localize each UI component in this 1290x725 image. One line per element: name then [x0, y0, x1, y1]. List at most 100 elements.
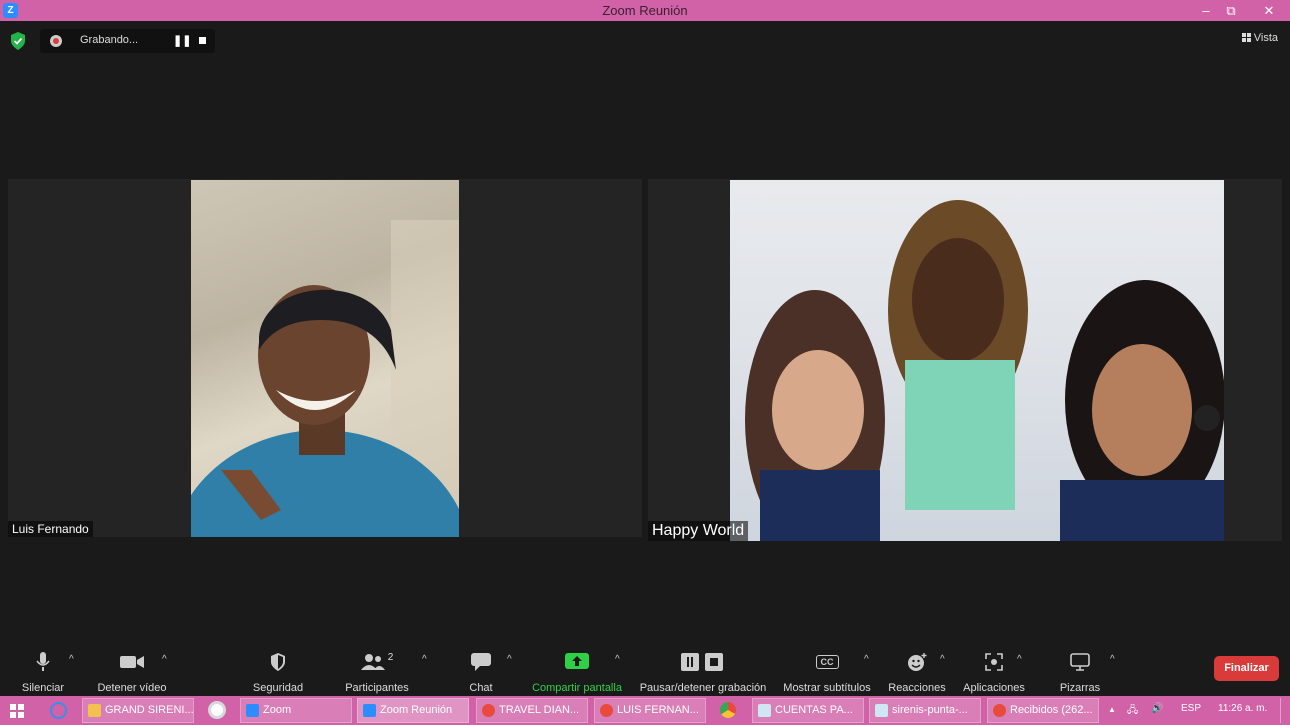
whiteboard-icon	[1070, 653, 1090, 671]
stop-video-label: Detener vídeo	[97, 682, 167, 694]
stop-recording-button[interactable]	[199, 37, 206, 44]
taskbar-label: sirenis-punta-...	[892, 704, 968, 716]
show-captions-label: Mostrar subtítulos	[783, 682, 871, 694]
taskbar-label: Zoom	[263, 704, 292, 716]
apps-icon	[985, 653, 1003, 671]
apps-label: Aplicaciones	[963, 682, 1025, 694]
participants-count: 2	[387, 651, 394, 663]
zoom-icon	[363, 704, 376, 717]
app-circle-icon[interactable]	[208, 701, 226, 719]
pause-stop-icon	[681, 653, 723, 671]
shield-icon	[271, 653, 285, 671]
close-button[interactable]: ✕	[1252, 1, 1286, 20]
audio-options-caret[interactable]: ^	[69, 654, 74, 665]
tray-expand-caret[interactable]: ▲	[1108, 705, 1116, 714]
reactions-button[interactable]: Reacciones	[886, 651, 948, 694]
reactions-options-caret[interactable]: ^	[940, 654, 945, 665]
grid-icon	[1241, 33, 1251, 42]
folder-icon	[88, 704, 101, 717]
volume-icon[interactable]: 🔊	[1151, 703, 1163, 714]
security-label: Seguridad	[252, 682, 304, 694]
recording-status: Grabando...	[80, 34, 139, 46]
title-bar: Z Zoom Reunión – ⧉ ✕	[0, 0, 1290, 21]
whiteboards-options-caret[interactable]: ^	[1110, 654, 1115, 665]
network-icon[interactable]: 🖧	[1127, 703, 1138, 720]
pause-stop-recording-label: Pausar/detener grabación	[639, 682, 767, 694]
apps-options-caret[interactable]: ^	[1017, 654, 1022, 665]
captions-icon: CC	[815, 655, 839, 669]
chat-options-caret[interactable]: ^	[507, 654, 512, 665]
participants-button[interactable]: 2 Participantes	[340, 651, 414, 695]
captions-options-caret[interactable]: ^	[864, 654, 869, 665]
pause-recording-button[interactable]: ❚❚	[173, 34, 191, 47]
mute-label: Silenciar	[21, 682, 65, 694]
chrome-icon	[993, 704, 1006, 717]
participant-video	[730, 180, 1224, 541]
group-silhouette	[745, 200, 1224, 541]
security-shield-icon[interactable]	[10, 32, 26, 50]
taskbar-label: TRAVEL DIAN...	[499, 704, 580, 716]
participants-options-caret[interactable]: ^	[422, 654, 427, 665]
windows-start-icon[interactable]	[10, 704, 24, 718]
internet-explorer-icon[interactable]	[50, 702, 67, 719]
video-options-caret[interactable]: ^	[162, 654, 167, 665]
participants-label: Participantes	[345, 682, 409, 694]
chat-label: Chat	[469, 682, 493, 694]
taskbar-item-cuentas[interactable]: CUENTAS PA...	[752, 698, 864, 723]
reactions-label: Reacciones	[888, 682, 946, 694]
chrome-icon	[482, 704, 495, 717]
share-options-caret[interactable]: ^	[615, 654, 620, 665]
participant-name: Happy World	[648, 521, 749, 541]
share-screen-icon	[565, 653, 589, 669]
taskbar-item-chrome-travel[interactable]: TRAVEL DIAN...	[476, 698, 588, 723]
video-camera-icon	[120, 656, 144, 668]
participant-video	[191, 180, 459, 537]
taskbar-item-chrome-luis[interactable]: LUIS FERNAN...	[594, 698, 706, 723]
pause-stop-recording-button[interactable]: Pausar/detener grabación	[636, 651, 770, 694]
minimize-button[interactable]: –	[1193, 1, 1219, 20]
record-icon	[50, 35, 62, 47]
sheet-icon	[875, 704, 888, 717]
taskbar-label: CUENTAS PA...	[775, 704, 853, 716]
security-button[interactable]: Seguridad	[248, 651, 308, 694]
taskbar-item-zoom-meeting[interactable]: Zoom Reunión	[357, 698, 469, 723]
taskbar-label: Recibidos (262...	[1010, 704, 1093, 716]
taskbar-item-recibidos[interactable]: Recibidos (262...	[987, 698, 1099, 723]
language-indicator[interactable]: ESP	[1181, 703, 1201, 714]
show-captions-button[interactable]: CC Mostrar subtítulos	[780, 651, 874, 694]
clock[interactable]: 11:26 a. m.	[1218, 703, 1267, 714]
share-screen-button[interactable]: Compartir pantalla	[527, 651, 627, 694]
taskbar-item-zoom[interactable]: Zoom	[240, 698, 352, 723]
chat-button[interactable]: Chat	[462, 651, 500, 694]
windows-taskbar: GRAND SIRENI... Zoom Zoom Reunión TRAVEL…	[0, 696, 1290, 725]
whiteboards-label: Pizarras	[1059, 682, 1101, 694]
view-button[interactable]: Vista	[1241, 32, 1278, 44]
taskbar-item-explorer[interactable]: GRAND SIRENI...	[82, 698, 194, 723]
taskbar-label: GRAND SIRENI...	[105, 704, 194, 716]
chrome-icon	[600, 704, 613, 717]
whiteboards-button[interactable]: Pizarras	[1055, 651, 1105, 694]
participants-icon	[360, 654, 385, 670]
sheet-icon	[758, 704, 771, 717]
end-meeting-button[interactable]: Finalizar	[1214, 656, 1279, 681]
chat-icon	[471, 653, 491, 671]
meeting-area: Grabando... ❚❚ Vista Luis Fernando Happy…	[0, 21, 1290, 696]
share-screen-label: Compartir pantalla	[532, 682, 622, 694]
view-label: Vista	[1253, 32, 1278, 44]
smiley-icon	[908, 653, 927, 671]
show-desktop-button[interactable]	[1280, 698, 1286, 723]
taskbar-label: LUIS FERNAN...	[617, 704, 699, 716]
stop-video-button[interactable]: Detener vídeo	[92, 651, 172, 694]
mute-button[interactable]: Silenciar	[18, 651, 68, 694]
person-silhouette	[191, 220, 459, 537]
restore-button[interactable]: ⧉	[1218, 1, 1244, 20]
chrome-icon[interactable]	[720, 702, 736, 718]
taskbar-item-sirenis[interactable]: sirenis-punta-...	[869, 698, 981, 723]
recording-indicator: Grabando... ❚❚	[40, 29, 215, 53]
window-title: Zoom Reunión	[602, 3, 688, 18]
microphone-icon	[36, 652, 50, 671]
participant-tile[interactable]: Luis Fernando	[8, 179, 642, 537]
meeting-toolbar: Silenciar ^ Detener vídeo ^ Seguridad 2 …	[0, 646, 1290, 696]
participant-tile[interactable]: Happy World	[648, 179, 1282, 541]
taskbar-label: Zoom Reunión	[380, 704, 453, 716]
